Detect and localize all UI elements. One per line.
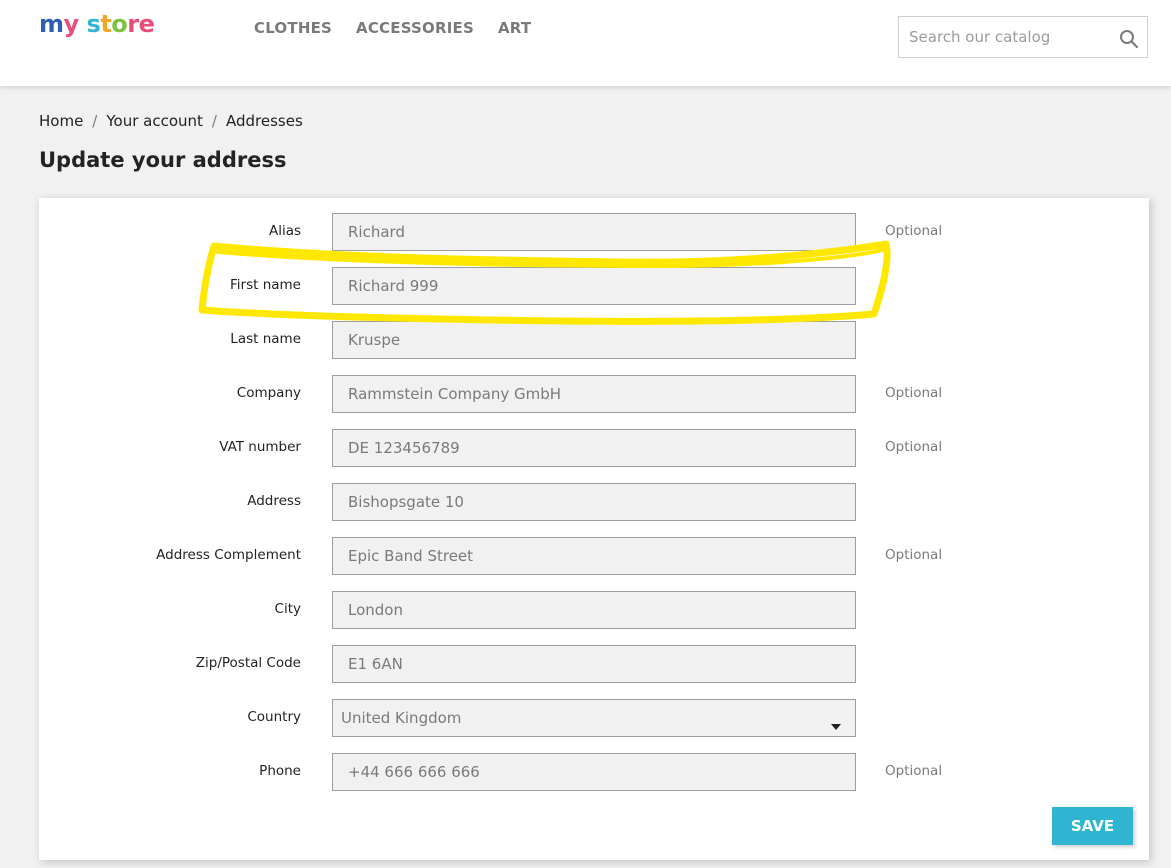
form-row-alias: Alias Optional	[39, 213, 1149, 251]
field-label: First name	[230, 277, 301, 293]
logo-letter: o	[111, 10, 128, 38]
search-icon[interactable]	[1119, 29, 1139, 49]
vat-number-field[interactable]	[332, 429, 856, 467]
nav-item-clothes[interactable]: CLOTHES	[254, 19, 332, 37]
address-field[interactable]	[332, 483, 856, 521]
search-box	[898, 16, 1148, 58]
form-row-vat-number: VAT number Optional	[39, 429, 1149, 467]
field-label: Address	[247, 493, 301, 509]
breadcrumb-your-account[interactable]: Your account	[106, 112, 203, 130]
alias-field[interactable]	[332, 213, 856, 251]
zip-code-field[interactable]	[332, 645, 856, 683]
logo-letter: m	[39, 10, 64, 38]
country-selected-value: United Kingdom	[341, 709, 462, 727]
save-button[interactable]: SAVE	[1052, 807, 1133, 845]
breadcrumb-separator: /	[92, 112, 98, 130]
field-label: Company	[236, 385, 301, 401]
field-label: Address Complement	[156, 547, 301, 563]
form-row-country: Country United Kingdom	[39, 699, 1149, 737]
nav-item-art[interactable]: ART	[498, 19, 531, 37]
optional-note: Optional	[885, 385, 943, 401]
address-complement-field[interactable]	[332, 537, 856, 575]
country-select[interactable]: United Kingdom	[332, 699, 856, 737]
optional-note: Optional	[885, 763, 943, 779]
logo-letter: s	[78, 10, 101, 38]
first-name-field[interactable]	[332, 267, 856, 305]
main-nav: CLOTHES ACCESSORIES ART	[254, 19, 531, 37]
breadcrumb-separator: /	[211, 112, 217, 130]
last-name-field[interactable]	[332, 321, 856, 359]
company-field[interactable]	[332, 375, 856, 413]
form-row-company: Company Optional	[39, 375, 1149, 413]
field-label: Alias	[268, 223, 301, 239]
optional-note: Optional	[885, 439, 943, 455]
field-label: City	[274, 601, 301, 617]
breadcrumb-home[interactable]: Home	[39, 112, 83, 130]
field-label: Country	[247, 709, 301, 725]
optional-note: Optional	[885, 547, 943, 563]
form-row-address-complement: Address Complement Optional	[39, 537, 1149, 575]
phone-field[interactable]	[332, 753, 856, 791]
form-row-zip: Zip/Postal Code	[39, 645, 1149, 683]
form-row-city: City	[39, 591, 1149, 629]
logo-letter: y	[63, 10, 80, 38]
logo-letter: re	[127, 10, 155, 38]
form-row-last-name: Last name	[39, 321, 1149, 359]
field-label: Last name	[230, 331, 301, 347]
page-title: Update your address	[39, 148, 287, 172]
form-row-address: Address	[39, 483, 1149, 521]
form-row-phone: Phone Optional	[39, 753, 1149, 791]
logo-letter: t	[100, 10, 112, 38]
field-label: Zip/Postal Code	[195, 655, 301, 671]
breadcrumb: Home / Your account / Addresses	[39, 112, 303, 130]
search-input[interactable]	[909, 17, 1109, 57]
nav-item-accessories[interactable]: ACCESSORIES	[356, 19, 474, 37]
store-logo[interactable]: my store	[39, 10, 155, 38]
field-label: VAT number	[219, 439, 301, 455]
site-header: my store CLOTHES ACCESSORIES ART	[0, 0, 1171, 86]
breadcrumb-addresses[interactable]: Addresses	[226, 112, 303, 130]
optional-note: Optional	[885, 223, 943, 239]
field-label: Phone	[259, 763, 301, 779]
caret-down-icon	[831, 716, 841, 734]
form-row-first-name: First name	[39, 267, 1149, 305]
city-field[interactable]	[332, 591, 856, 629]
address-form: Alias Optional First name Last name Comp…	[39, 198, 1149, 860]
